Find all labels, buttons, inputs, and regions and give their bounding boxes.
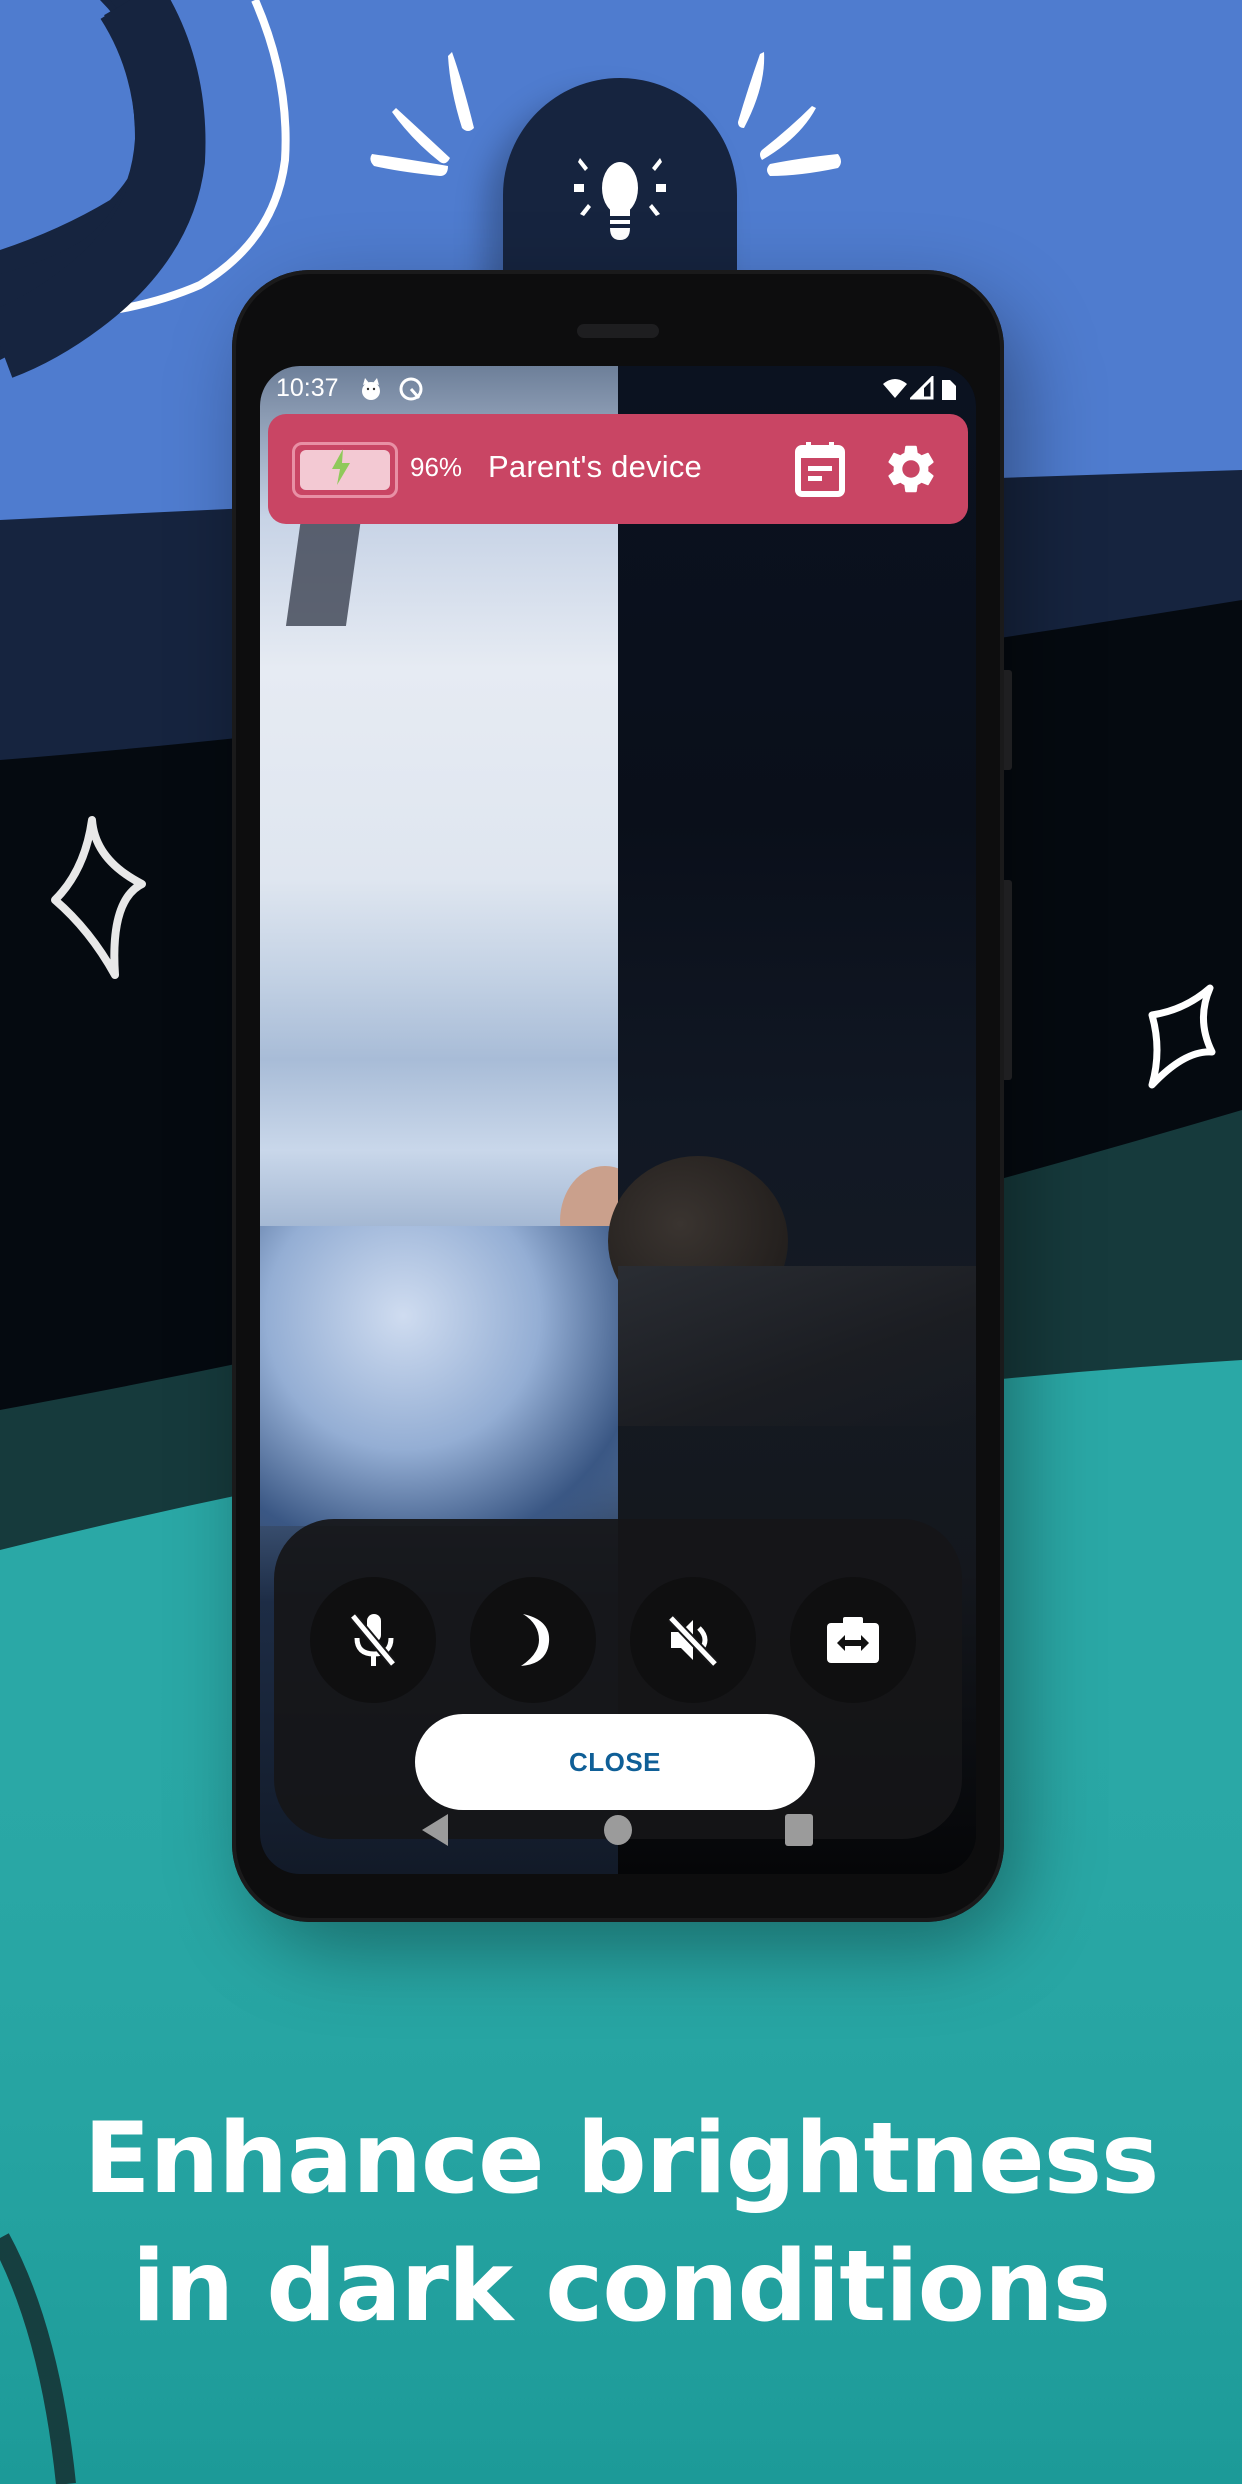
- volume-off-icon: [667, 1614, 719, 1668]
- phone-power-button: [1004, 670, 1012, 770]
- calendar-icon: [795, 442, 845, 497]
- headline-line-2: in dark conditions: [131, 2230, 1111, 2344]
- battery-indicator: [292, 442, 398, 498]
- calendar-button[interactable]: [792, 440, 848, 498]
- settings-gear-icon: [888, 445, 934, 493]
- control-panel: CLOSE: [274, 1519, 962, 1839]
- phone-speaker: [577, 324, 659, 338]
- speaker-toggle-button[interactable]: [630, 1577, 756, 1703]
- switch-camera-button[interactable]: [790, 1577, 916, 1703]
- settings-button[interactable]: [882, 440, 938, 498]
- nav-bar: [260, 1814, 976, 1874]
- blanket: [260, 1226, 618, 1526]
- night-mode-button[interactable]: [470, 1577, 596, 1703]
- android-q-icon: [399, 377, 423, 401]
- cell-signal-icon: [910, 376, 934, 400]
- moon-icon: [521, 1614, 550, 1666]
- device-name: Parent's device: [488, 449, 702, 484]
- battery-percent: 96%: [410, 452, 463, 482]
- back-icon[interactable]: [420, 1814, 450, 1846]
- recents-icon[interactable]: [784, 1814, 814, 1846]
- wifi-icon: [883, 379, 907, 398]
- status-bar: 10:37: [260, 366, 976, 410]
- phone-screen: 10:37 96% Parent's device CLOSE: [260, 366, 976, 1874]
- headline-line-1: Enhance brightness: [83, 2102, 1160, 2216]
- headline: Enhance brightness in dark conditions: [0, 2095, 1242, 2351]
- top-bar: 96% Parent's device: [268, 414, 968, 524]
- cat-app-icon: [362, 378, 380, 400]
- mic-off-icon: [349, 1613, 397, 1667]
- camera-switch-icon: [827, 1617, 879, 1663]
- charging-bolt-icon: [332, 449, 350, 485]
- lightbulb-icon: [574, 158, 666, 240]
- phone-frame: 10:37 96% Parent's device CLOSE: [232, 270, 1012, 1922]
- battery-status-icon: [942, 380, 956, 400]
- mic-toggle-button[interactable]: [310, 1577, 436, 1703]
- close-button[interactable]: CLOSE: [415, 1714, 815, 1810]
- home-icon[interactable]: [603, 1814, 633, 1846]
- pillow-dark: [618, 1266, 976, 1426]
- status-time: 10:37: [276, 374, 339, 402]
- phone-volume-button: [1004, 880, 1012, 1080]
